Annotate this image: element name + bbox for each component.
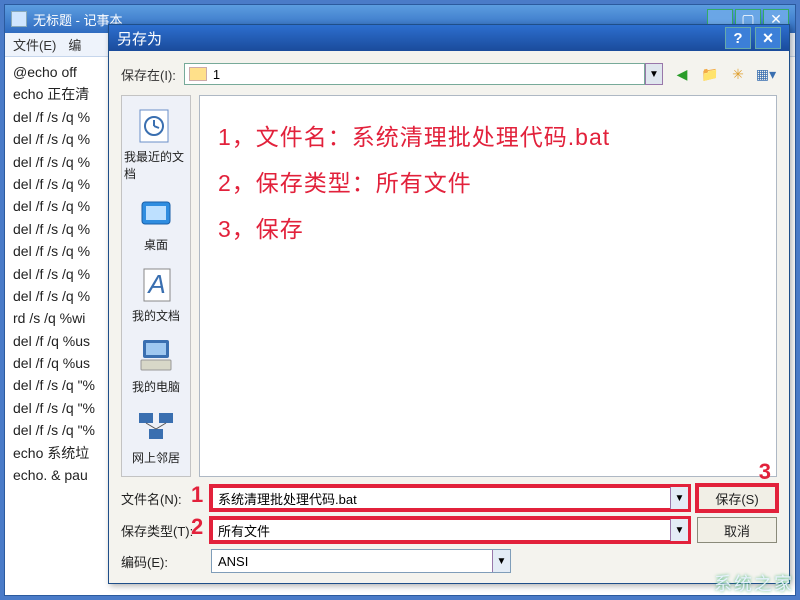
chevron-down-icon[interactable]: ▼ — [670, 519, 688, 541]
my-documents-icon: A — [134, 265, 178, 305]
chevron-down-icon[interactable]: ▼ — [492, 550, 510, 572]
save-as-dialog: 另存为 ? × 保存在(I): 1 ▼ ◀ 📁 ✳ ▦▾ — [108, 24, 790, 584]
file-listing-area[interactable]: 1，文件名：系统清理批处理代码.bat 2，保存类型：所有文件 3，保存 — [199, 95, 777, 477]
my-computer-icon — [134, 336, 178, 376]
cancel-button[interactable]: 取消 — [697, 517, 777, 543]
saveas-titlebar: 另存为 ? × — [109, 25, 789, 51]
notepad-icon — [11, 11, 27, 27]
places-bar: 我最近的文档 桌面 A 我的文档 — [121, 95, 191, 477]
filetype-select[interactable]: 所有文件 ▼ — [211, 518, 689, 542]
network-icon — [134, 407, 178, 447]
filename-input[interactable]: 系统清理批处理代码.bat ▼ — [211, 486, 689, 510]
view-menu-icon[interactable]: ▦▾ — [755, 63, 777, 85]
annotation-line-1: 1，文件名：系统清理批处理代码.bat — [218, 114, 758, 160]
desktop-icon — [134, 194, 178, 234]
up-one-level-icon[interactable]: 📁 — [699, 63, 721, 85]
svg-text:A: A — [146, 269, 165, 299]
lookin-dropdown-arrow[interactable]: ▼ — [645, 63, 663, 85]
lookin-row: 保存在(I): 1 ▼ ◀ 📁 ✳ ▦▾ — [121, 59, 777, 89]
encoding-label: 编码(E): — [121, 552, 203, 571]
place-mydocs[interactable]: A 我的文档 — [124, 261, 188, 328]
place-network[interactable]: 网上邻居 — [124, 403, 188, 470]
watermark-text: 系统之家 — [714, 570, 794, 596]
dialog-close-button[interactable]: × — [755, 27, 781, 49]
help-button[interactable]: ? — [725, 27, 751, 49]
annotation-tag-2: 2 — [191, 514, 203, 540]
recent-docs-icon — [134, 106, 178, 146]
back-icon[interactable]: ◀ — [671, 63, 693, 85]
place-recent[interactable]: 我最近的文档 — [124, 102, 188, 186]
lookin-value: 1 — [213, 67, 220, 82]
encoding-select[interactable]: ANSI ▼ — [211, 549, 511, 573]
lookin-select[interactable]: 1 — [184, 63, 645, 85]
menu-edit[interactable]: 编 — [68, 35, 81, 54]
bottom-form: 3 文件名(N): 1 系统清理批处理代码.bat ▼ 保存(S) 保存类型(T… — [121, 485, 777, 573]
new-folder-icon[interactable]: ✳ — [727, 63, 749, 85]
save-button[interactable]: 保存(S) — [697, 485, 777, 511]
annotation-line-2: 2，保存类型：所有文件 — [218, 160, 758, 206]
saveas-title: 另存为 — [117, 28, 162, 49]
menu-file[interactable]: 文件(E) — [13, 35, 56, 54]
annotation-tag-1: 1 — [191, 482, 203, 508]
folder-icon — [189, 67, 207, 81]
place-mypc[interactable]: 我的电脑 — [124, 332, 188, 399]
chevron-down-icon[interactable]: ▼ — [670, 487, 688, 509]
annotation-tag-3: 3 — [759, 459, 771, 485]
lookin-label: 保存在(I): — [121, 65, 176, 84]
place-desktop[interactable]: 桌面 — [124, 190, 188, 257]
annotation-line-3: 3，保存 — [218, 206, 758, 252]
